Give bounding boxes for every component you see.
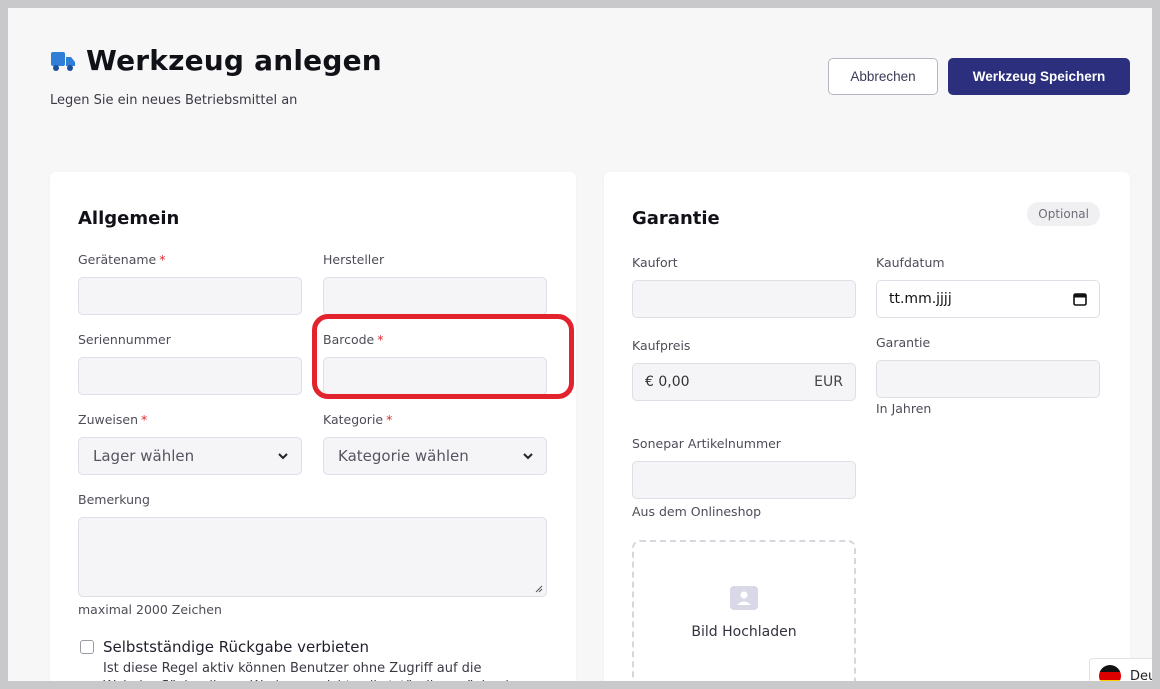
cancel-button[interactable]: Abbrechen [828, 58, 938, 95]
image-upload[interactable]: Bild Hochladen [632, 540, 856, 681]
barcode-field: Barcode * [323, 332, 547, 395]
upload-label: Bild Hochladen [691, 624, 797, 640]
resize-handle-icon[interactable] [535, 585, 543, 593]
warranty-years-label: Garantie [876, 335, 931, 350]
device-name-label: Gerätename [78, 252, 157, 267]
calendar-icon[interactable] [1073, 292, 1087, 306]
purchase-place-field: Kaufort [632, 255, 856, 318]
remark-label: Bemerkung [78, 492, 150, 507]
general-card: Allgemein Gerätename * Hersteller Serienn… [50, 172, 576, 681]
assign-select[interactable]: Lager wählen [78, 437, 302, 475]
germany-flag-icon [1099, 665, 1121, 681]
purchase-place-input[interactable] [632, 280, 856, 318]
page-subtitle: Legen Sie ein neues Betriebsmittel an [50, 93, 298, 108]
warranty-years-hint: In Jahren [876, 401, 932, 416]
image-icon [730, 586, 758, 610]
remark-field: Bemerkung maximal 2000 Zeichen [78, 492, 547, 617]
language-label: Deut [1130, 668, 1152, 682]
assign-select-value: Lager wählen [93, 447, 195, 465]
chevron-down-icon [278, 453, 288, 460]
purchase-date-input[interactable]: tt.mm.jjjj [876, 280, 1100, 318]
category-label: Kategorie [323, 412, 384, 427]
purchase-price-value: € 0,00 [645, 374, 690, 390]
page-heading: Werkzeug anlegen [86, 44, 382, 77]
currency-label: EUR [814, 374, 843, 390]
manufacturer-field: Hersteller [323, 252, 547, 315]
purchase-price-label: Kaufpreis [632, 338, 691, 353]
category-select[interactable]: Kategorie wählen [323, 437, 547, 475]
warranty-title: Garantie [632, 208, 720, 229]
page: Werkzeug anlegen Legen Sie ein neues Bet… [8, 8, 1152, 681]
warranty-years-field: Garantie In Jahren [876, 335, 1100, 416]
truck-icon [51, 51, 75, 71]
purchase-price-input[interactable]: € 0,00 EUR [632, 363, 856, 401]
device-name-field: Gerätename * [78, 252, 302, 315]
language-switcher[interactable]: Deut [1089, 658, 1152, 681]
warranty-card: Garantie Optional Kaufort Kaufdatum tt.m… [604, 172, 1130, 681]
remark-textarea[interactable] [78, 517, 547, 597]
barcode-input[interactable] [323, 357, 547, 395]
purchase-date-field: Kaufdatum tt.mm.jjjj [876, 255, 1100, 318]
article-number-hint: Aus dem Onlineshop [632, 504, 762, 519]
device-name-input[interactable] [78, 277, 302, 315]
required-mark: * [386, 412, 393, 427]
optional-badge: Optional [1027, 202, 1100, 226]
warranty-years-input[interactable] [876, 360, 1100, 398]
serial-label: Seriennummer [78, 332, 171, 347]
required-mark: * [141, 412, 148, 427]
return-rule-description: Ist diese Regel aktiv können Benutzer oh… [103, 661, 530, 681]
serial-input[interactable] [78, 357, 302, 395]
general-title: Allgemein [78, 208, 180, 229]
remark-hint: maximal 2000 Zeichen [78, 602, 222, 617]
required-mark: * [377, 332, 384, 347]
assign-label: Zuweisen [78, 412, 138, 427]
save-button[interactable]: Werkzeug Speichern [948, 58, 1130, 95]
barcode-label: Barcode [323, 332, 375, 347]
article-number-field: Sonepar Artikelnummer Aus dem Onlineshop [632, 436, 856, 519]
manufacturer-input[interactable] [323, 277, 547, 315]
return-rule-label[interactable]: Selbstständige Rückgabe verbieten [103, 638, 369, 656]
serial-field: Seriennummer [78, 332, 302, 395]
chevron-down-icon [523, 453, 533, 460]
required-mark: * [159, 252, 166, 267]
purchase-date-label: Kaufdatum [876, 255, 945, 270]
manufacturer-label: Hersteller [323, 252, 385, 267]
category-select-value: Kategorie wählen [338, 447, 469, 465]
article-number-input[interactable] [632, 461, 856, 499]
purchase-price-field: Kaufpreis € 0,00 EUR [632, 338, 856, 401]
page-title: Werkzeug anlegen [50, 44, 382, 77]
return-rule-checkbox[interactable] [80, 640, 94, 654]
purchase-place-label: Kaufort [632, 255, 678, 270]
category-field: Kategorie * Kategorie wählen [323, 412, 547, 475]
assign-field: Zuweisen * Lager wählen [78, 412, 302, 475]
article-number-label: Sonepar Artikelnummer [632, 436, 781, 451]
purchase-date-placeholder: tt.mm.jjjj [889, 291, 952, 307]
